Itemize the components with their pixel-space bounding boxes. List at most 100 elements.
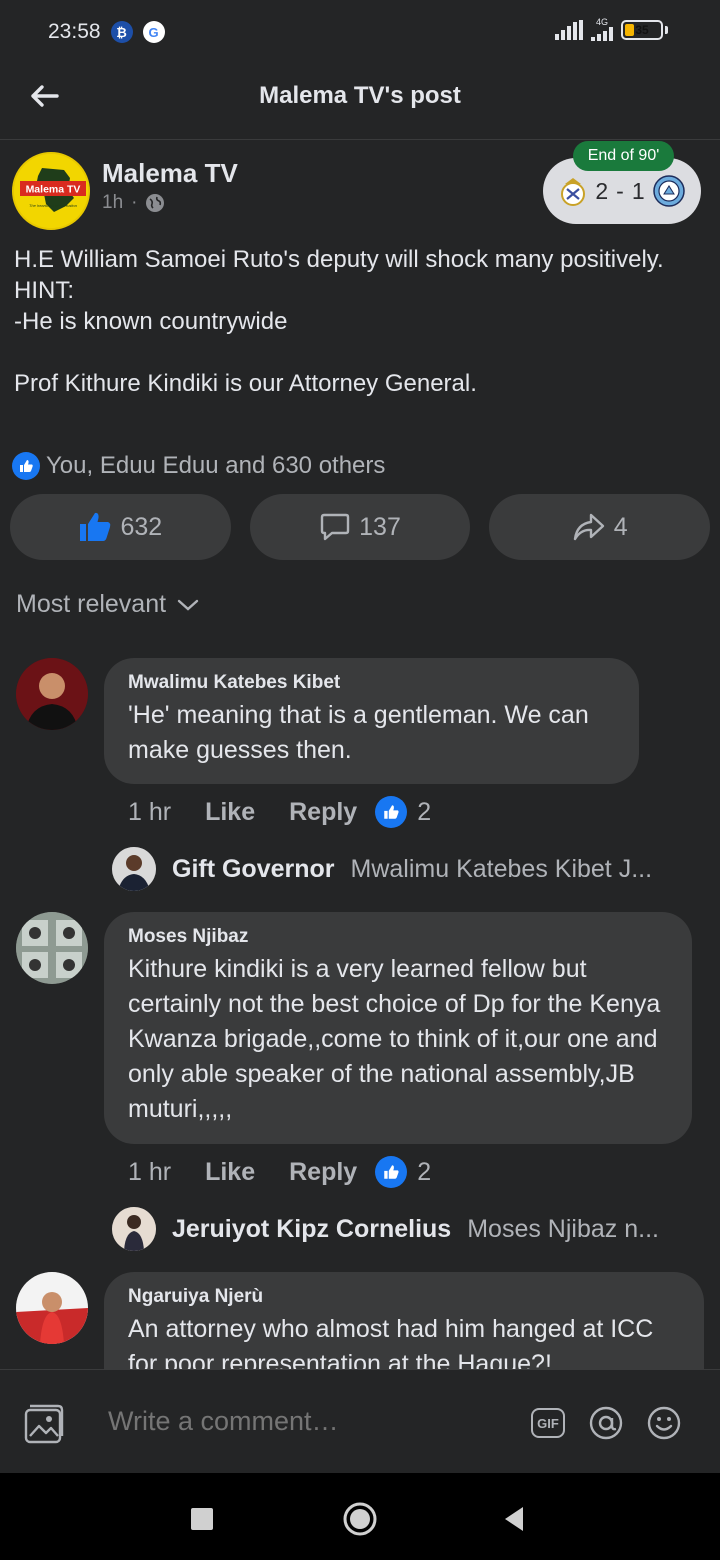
page-avatar[interactable]: Malema TV The heartbeat of the nation	[12, 152, 90, 230]
photo-icon	[24, 1404, 64, 1444]
comment-input[interactable]	[108, 1406, 508, 1437]
share-button[interactable]: 4	[489, 494, 711, 560]
avatar-photo	[16, 1272, 88, 1344]
comment-bubble: Moses Njibaz Kithure kindiki is a very l…	[104, 912, 692, 1144]
reply-author: Jeruiyot Kipz Cornelius	[172, 1214, 452, 1243]
reaction-summary-text: You, Eduu Eduu and 630 others	[46, 452, 386, 479]
like-reaction-icon	[375, 796, 408, 828]
comment-reply-button[interactable]: Reply	[289, 798, 357, 827]
comment-text: 'He' meaning that is a gentleman. We can…	[128, 701, 589, 764]
post-header-bar: Malema TV's post	[0, 64, 720, 140]
app-notification-icon: ₿	[110, 21, 133, 43]
avatar-photo	[16, 658, 88, 730]
malema-tv-logo: Malema TV The heartbeat of the nation	[14, 154, 88, 228]
post-action-row: 632 137 4	[10, 494, 711, 560]
at-sign-icon	[589, 1406, 623, 1440]
comment-text: An attorney who almost had him hanged at…	[128, 1315, 654, 1369]
post-line	[14, 337, 694, 368]
like-reaction-icon	[12, 452, 40, 480]
recents-button[interactable]	[184, 1501, 220, 1537]
post-meta: 1h ·	[102, 192, 165, 214]
reply-preview[interactable]: Jeruiyot Kipz Cornelius Moses Njibaz n..…	[112, 1207, 659, 1251]
home-circle-icon	[343, 1502, 377, 1536]
thumbs-up-icon	[80, 512, 111, 541]
commenter-avatar[interactable]	[16, 1272, 88, 1344]
comment-time: 1 hr	[128, 797, 172, 826]
real-madrid-crest-icon	[561, 178, 586, 206]
comment-author[interactable]: Ngaruiya Njerù	[128, 1286, 682, 1308]
reply-text: Mwalimu Katebes Kibet J...	[350, 854, 653, 883]
comment-reaction-count: 2	[417, 1157, 432, 1186]
comment-reply-button[interactable]: Reply	[289, 1158, 357, 1187]
man-city-crest-icon	[652, 175, 685, 207]
system-nav-bar	[0, 1473, 720, 1560]
comment-actions: 1 hr Like Reply 2	[128, 796, 431, 828]
meta-separator: ·	[131, 192, 138, 213]
match-status-badge: End of 90'	[573, 141, 674, 171]
comment-reactions[interactable]: 2	[375, 1156, 431, 1188]
post-body: H.E William Samoei Ruto's deputy will sh…	[14, 244, 694, 399]
reply-text: Moses Njibaz n...	[467, 1214, 659, 1243]
reaction-summary[interactable]: You, Eduu Eduu and 630 others	[12, 452, 385, 480]
page-title: Malema TV's post	[259, 82, 461, 109]
comment-reaction-count: 2	[417, 797, 432, 826]
square-icon	[191, 1508, 213, 1530]
sort-label: Most relevant	[16, 590, 167, 618]
reply-author: Gift Governor	[172, 854, 335, 883]
google-icon: G	[142, 21, 165, 43]
comment-author[interactable]: Moses Njibaz	[128, 926, 670, 948]
commenter-avatar[interactable]	[16, 658, 88, 730]
mention-button[interactable]	[587, 1404, 625, 1442]
like-reaction-icon	[375, 1156, 408, 1188]
like-button[interactable]: 632	[10, 494, 231, 560]
comment-bubble: Ngaruiya Njerù An attorney who almost ha…	[104, 1272, 704, 1369]
page-name[interactable]: Malema TV	[102, 158, 238, 189]
emoji-button[interactable]	[645, 1404, 683, 1442]
status-time: 23:58	[48, 20, 101, 43]
chevron-down-icon	[177, 599, 199, 611]
share-icon	[573, 513, 604, 541]
status-bar: 23:58 ₿ G 4G 35	[0, 0, 720, 64]
svg-text:Malema TV: Malema TV	[26, 184, 81, 196]
status-right-group: 4G 35	[555, 18, 668, 41]
comment-time: 1 hr	[128, 1157, 172, 1186]
signal-icon-2	[591, 27, 613, 41]
network-type-label: 4G	[595, 17, 608, 27]
comment-count: 137	[359, 512, 401, 541]
comment-bubble: Mwalimu Katebes Kibet 'He' meaning that …	[104, 658, 639, 784]
globe-icon	[146, 194, 165, 212]
battery-icon: 35	[621, 19, 663, 40]
reply-avatar	[112, 1207, 156, 1251]
home-score: 2	[595, 177, 609, 204]
signal-icon	[555, 19, 583, 40]
comment-composer: GIF	[0, 1369, 720, 1473]
comment-sort-dropdown[interactable]: Most relevant	[16, 590, 200, 619]
commenter-avatar[interactable]	[16, 912, 88, 984]
reply-preview[interactable]: Gift Governor Mwalimu Katebes Kibet J...	[112, 847, 652, 891]
comment-like-button[interactable]: Like	[205, 1158, 255, 1187]
photo-button[interactable]	[22, 1402, 66, 1449]
post-line: Prof Kithure Kindiki is our Attorney Gen…	[14, 370, 477, 397]
comment-item: Ngaruiya Njerù An attorney who almost ha…	[0, 1272, 720, 1369]
triangle-back-icon	[505, 1507, 523, 1531]
share-count: 4	[613, 512, 628, 541]
comment-button[interactable]: 137	[249, 494, 471, 560]
smiley-icon	[647, 1406, 681, 1440]
post-line: -He is known countrywide	[14, 308, 288, 335]
system-back-button[interactable]	[496, 1501, 532, 1537]
comment-reactions[interactable]: 2	[375, 796, 431, 828]
post-line: HINT:	[14, 277, 74, 304]
gif-icon: GIF	[531, 1408, 565, 1438]
avatar-photo	[16, 912, 88, 984]
post-time: 1h	[102, 192, 124, 213]
comment-author[interactable]: Mwalimu Katebes Kibet	[128, 672, 617, 694]
post-line: H.E William Samoei Ruto's deputy will sh…	[14, 246, 664, 273]
gif-button[interactable]: GIF	[529, 1404, 567, 1442]
comment-text: Kithure kindiki is a very learned fellow…	[128, 955, 661, 1123]
comment-like-button[interactable]: Like	[205, 798, 255, 827]
battery-nub	[665, 25, 668, 34]
reply-avatar	[112, 847, 156, 891]
comment-icon	[320, 513, 350, 541]
battery-level: 35	[635, 22, 649, 37]
home-button[interactable]	[342, 1501, 378, 1537]
